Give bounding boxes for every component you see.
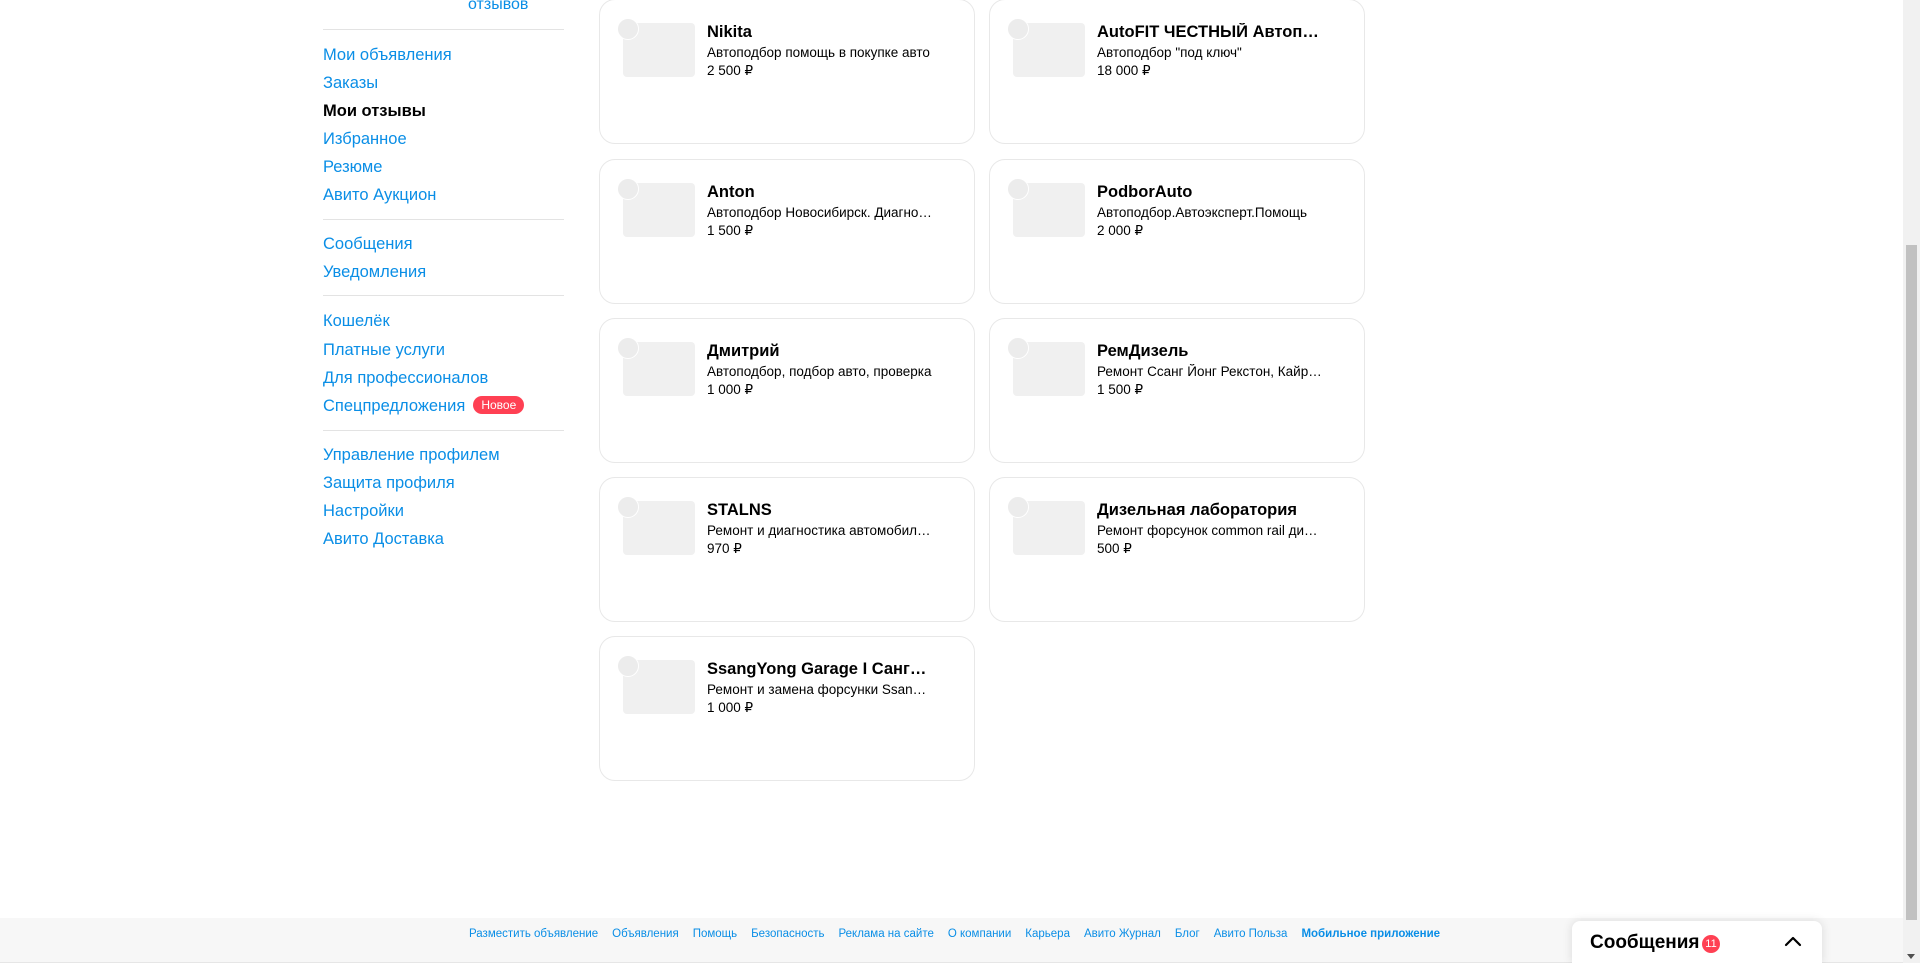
sidebar-item-favorites[interactable]: Избранное bbox=[323, 128, 407, 150]
chevron-up-icon[interactable] bbox=[1782, 931, 1804, 953]
sidebar-item-orders[interactable]: Заказы bbox=[323, 72, 378, 94]
avatar bbox=[1007, 337, 1029, 359]
seller-name: STALNS bbox=[707, 501, 772, 519]
sidebar-item-messages[interactable]: Сообщения bbox=[323, 233, 413, 255]
sidebar-item-wallet[interactable]: Кошелёк bbox=[323, 310, 390, 332]
listing-title: Автоподбор, подбор авто, проверка bbox=[707, 364, 932, 379]
new-badge: Новое bbox=[473, 396, 525, 414]
review-card[interactable]: РемДизель Ремонт Ссанг Йонг Рекстон, Кай… bbox=[989, 318, 1365, 463]
page-scrollbar[interactable] bbox=[1903, 0, 1920, 963]
review-card[interactable]: STALNS Ремонт и диагностика автомобилей … bbox=[599, 477, 975, 622]
sidebar-item-settings[interactable]: Настройки bbox=[323, 500, 404, 522]
footer-link-blog[interactable]: Блог bbox=[1175, 928, 1200, 940]
avatar bbox=[1007, 178, 1029, 200]
footer-link-security[interactable]: Безопасность bbox=[751, 928, 824, 940]
seller-name: Nikita bbox=[707, 23, 752, 41]
sidebar-item-auction[interactable]: Авито Аукцион bbox=[323, 184, 436, 206]
listing-price: 2 000 ₽ bbox=[1097, 223, 1144, 238]
listing-price: 500 ₽ bbox=[1097, 541, 1132, 556]
review-card[interactable]: SsangYong Garage I СангЁнг Гараж Ремонт … bbox=[599, 636, 975, 781]
review-card[interactable]: AutoFIT ЧЕСТНЫЙ Автоподбор Автоподбор "п… bbox=[989, 0, 1365, 144]
footer-link-career[interactable]: Карьера bbox=[1025, 928, 1070, 940]
scrollbar-thumb[interactable] bbox=[1906, 245, 1917, 920]
footer-link-mobile-app[interactable]: Мобильное приложение bbox=[1301, 928, 1440, 940]
avatar bbox=[617, 655, 639, 677]
review-card[interactable]: Nikita Автоподбор помощь в покупке авто … bbox=[599, 0, 975, 144]
footer-link-help[interactable]: Помощь bbox=[693, 928, 737, 940]
listing-title: Ремонт и диагностика автомобилей bbox=[707, 523, 932, 538]
seller-name: Anton bbox=[707, 183, 755, 201]
review-card[interactable]: Дизельная лаборатория Ремонт форсунок co… bbox=[989, 477, 1365, 622]
footer-link-post-ad[interactable]: Разместить объявление bbox=[469, 928, 598, 940]
avatar bbox=[617, 18, 639, 40]
seller-name: РемДизель bbox=[1097, 342, 1189, 360]
messenger-widget[interactable]: Сообщения 11 bbox=[1572, 921, 1822, 963]
review-card[interactable]: Anton Автоподбор Новосибирск. Диагностик… bbox=[599, 159, 975, 304]
sidebar-item-for-professionals[interactable]: Для профессионалов bbox=[323, 367, 488, 389]
review-card[interactable]: PodborAuto Автоподбор.Автоэксперт.Помощь… bbox=[989, 159, 1365, 304]
review-card[interactable]: Дмитрий Автоподбор, подбор авто, проверк… bbox=[599, 318, 975, 463]
listing-title: Автоподбор Новосибирск. Диагностика bbox=[707, 205, 932, 220]
listing-price: 1 000 ₽ bbox=[707, 382, 754, 397]
listing-price: 970 ₽ bbox=[707, 541, 742, 556]
sidebar-item-delivery[interactable]: Авито Доставка bbox=[323, 528, 444, 550]
sidebar-item-resume[interactable]: Резюме bbox=[323, 156, 382, 178]
footer-link-journal[interactable]: Авито Журнал bbox=[1084, 928, 1161, 940]
listing-price: 18 000 ₽ bbox=[1097, 63, 1151, 78]
listing-title: Автоподбор.Автоэксперт.Помощь bbox=[1097, 205, 1308, 220]
divider bbox=[323, 29, 564, 30]
listing-title: Ремонт Ссанг Йонг Рекстон, Кайрон bbox=[1097, 364, 1322, 379]
listing-price: 1 500 ₽ bbox=[707, 223, 754, 238]
seller-name: AutoFIT ЧЕСТНЫЙ Автоподбор bbox=[1097, 23, 1322, 41]
sidebar-item-paid-services[interactable]: Платные услуги bbox=[323, 339, 445, 361]
seller-name: SsangYong Garage I СангЁнг Гараж bbox=[707, 660, 932, 678]
seller-name: Дмитрий bbox=[707, 342, 780, 360]
messenger-title: Сообщения bbox=[1590, 932, 1700, 953]
sidebar-item-profile-protection[interactable]: Защита профиля bbox=[323, 472, 455, 494]
footer-link-about[interactable]: О компании bbox=[948, 928, 1011, 940]
sidebar-item-notifications[interactable]: Уведомления bbox=[323, 261, 426, 283]
seller-name: Дизельная лаборатория bbox=[1097, 501, 1298, 519]
footer-link-polza[interactable]: Авито Польза bbox=[1214, 928, 1288, 940]
sidebar-item-my-ads[interactable]: Мои объявления bbox=[323, 44, 452, 66]
scroll-down-arrow-icon[interactable] bbox=[1907, 954, 1915, 959]
footer-link-advertising[interactable]: Реклама на сайте bbox=[838, 928, 933, 940]
avatar bbox=[617, 496, 639, 518]
listing-title: Автоподбор "под ключ" bbox=[1097, 45, 1242, 60]
listing-price: 1 000 ₽ bbox=[707, 700, 754, 715]
reviews-count-link[interactable]: отзывов bbox=[468, 0, 528, 14]
sidebar-item-my-reviews[interactable]: Мои отзывы bbox=[323, 100, 426, 122]
divider bbox=[323, 295, 564, 296]
sidebar-item-special-offers[interactable]: Спецпредложения Новое bbox=[323, 395, 525, 417]
listing-title: Автоподбор помощь в покупке авто bbox=[707, 45, 930, 60]
footer-links: Разместить объявление Объявления Помощь … bbox=[469, 928, 1454, 940]
listing-title: Ремонт форсунок common rail дизель bbox=[1097, 523, 1322, 538]
avatar bbox=[617, 337, 639, 359]
divider bbox=[323, 219, 564, 220]
sidebar-item-profile-management[interactable]: Управление профилем bbox=[323, 444, 500, 466]
listing-price: 1 500 ₽ bbox=[1097, 382, 1144, 397]
footer-link-ads[interactable]: Объявления bbox=[612, 928, 679, 940]
divider bbox=[323, 430, 564, 431]
avatar bbox=[1007, 496, 1029, 518]
listing-title: Ремонт и замена форсунки SsangYong bbox=[707, 682, 932, 697]
listing-price: 2 500 ₽ bbox=[707, 63, 754, 78]
seller-name: PodborAuto bbox=[1097, 183, 1193, 201]
avatar bbox=[617, 178, 639, 200]
avatar bbox=[1007, 18, 1029, 40]
sidebar-item-label: Спецпредложения bbox=[323, 397, 466, 415]
unread-count-badge: 11 bbox=[1702, 935, 1720, 953]
